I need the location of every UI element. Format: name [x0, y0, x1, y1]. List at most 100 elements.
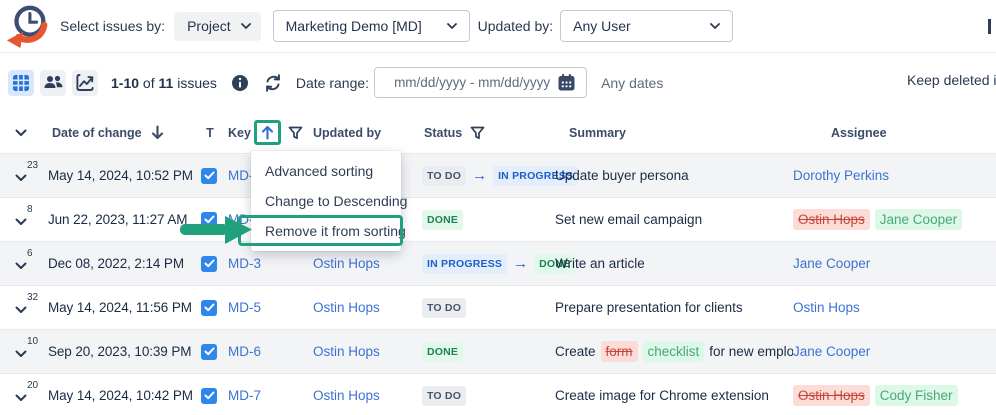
assignee-link[interactable]: Jane Cooper — [793, 256, 870, 271]
updated-by-cell: Ostin Hops — [313, 344, 422, 359]
status-cell: TO DO — [422, 386, 555, 406]
updated-by-link[interactable]: Ostin Hops — [313, 300, 380, 315]
date-of-change-cell: May 14, 2024, 11:56 PM — [48, 300, 198, 315]
issue-key-link[interactable]: MD- — [228, 168, 254, 183]
summary-segment: Prepare presentation for clients — [555, 300, 743, 315]
change-count-badge: 10 — [27, 336, 38, 347]
chevron-down-icon — [241, 23, 251, 29]
filter-icon[interactable] — [470, 126, 485, 140]
issue-key-link[interactable]: MD-6 — [228, 344, 261, 359]
date-range-input[interactable]: mm/dd/yyyy - mm/dd/yyyy — [374, 67, 587, 98]
assignee-link[interactable]: Dorothy Perkins — [793, 168, 889, 183]
column-header-date-of-change[interactable]: Date of change — [48, 125, 198, 140]
status-badge: TO DO — [422, 166, 466, 186]
updated-by-link[interactable]: Ostin Hops — [313, 344, 380, 359]
row-expander[interactable]: 10 — [0, 330, 48, 373]
row-checkbox[interactable] — [201, 344, 217, 360]
assignee-cell: Jane Cooper — [793, 256, 996, 271]
updated-by-cell: Ostin Hops — [313, 388, 422, 403]
row-checkbox[interactable] — [201, 168, 217, 184]
table-view-button[interactable] — [8, 70, 34, 96]
info-icon — [231, 74, 249, 92]
table-row: 20May 14, 2024, 10:42 PMMD-7Ostin HopsTO… — [0, 373, 996, 415]
updated-by-link[interactable]: Ostin Hops — [313, 388, 380, 403]
status-cell: TO DO — [422, 298, 555, 318]
summary-segment: checklist — [643, 341, 705, 362]
table-row: 23May 14, 2024, 10:52 PMMD-TO DO→IN PROG… — [0, 153, 996, 197]
row-expander[interactable]: 6 — [0, 242, 48, 285]
menu-item-advanced-sorting[interactable]: Advanced sorting — [251, 156, 401, 186]
chevron-down-icon — [447, 23, 457, 29]
chevron-down-icon — [15, 129, 27, 137]
count-range: 1-10 — [111, 75, 139, 91]
assignee-cell: Dorothy Perkins — [793, 168, 996, 183]
calendar-icon[interactable] — [557, 73, 576, 92]
row-expander[interactable]: 23 — [0, 154, 48, 197]
key-cell: MD-7 — [228, 388, 313, 403]
column-header-type[interactable]: T — [198, 126, 228, 140]
assignee-cell: Ostin HopsJane Cooper — [793, 209, 996, 230]
status-cell: TO DO→IN PROGRESS — [422, 166, 555, 186]
chevron-down-icon — [15, 306, 27, 314]
table-row: 10Sep 20, 2023, 10:39 PMMD-6Ostin HopsDO… — [0, 329, 996, 373]
refresh-button[interactable] — [263, 73, 283, 93]
count-total: 11 — [159, 75, 174, 91]
column-header-updated-by[interactable]: Updated by — [313, 126, 422, 140]
issue-key-link[interactable]: MD-3 — [228, 256, 261, 271]
select-issues-by-label: Select issues by: — [60, 18, 165, 34]
row-expander[interactable]: 20 — [0, 374, 48, 415]
summary-cell: Createformchecklistfor new employees — [555, 341, 793, 362]
key-header-label: Key — [228, 126, 251, 140]
status-badge: IN PROGRESS — [422, 254, 507, 274]
people-view-button[interactable] — [40, 70, 66, 96]
filter-icon[interactable] — [288, 126, 303, 140]
summary-cell: Update buyer persona — [555, 168, 793, 183]
row-expander[interactable]: 32 — [0, 286, 48, 329]
column-header-status[interactable]: Status — [422, 126, 555, 140]
updated-by-link[interactable]: Ostin Hops — [313, 256, 380, 271]
issue-key-link[interactable]: MD- — [228, 212, 254, 227]
assignee-link[interactable]: Ostin Hops — [793, 300, 860, 315]
table-header-row: Date of change T Key Updated by Status — [0, 112, 996, 153]
column-header-summary[interactable]: Summary — [555, 126, 793, 140]
any-dates-label: Any dates — [601, 75, 663, 91]
summary-segment: Create image for Chrome extension — [555, 388, 769, 403]
issue-key-link[interactable]: MD-7 — [228, 388, 261, 403]
checkmark-icon — [204, 391, 215, 400]
select-by-dropdown[interactable]: Project — [174, 12, 261, 41]
assignee-cell: Ostin Hops — [793, 300, 996, 315]
column-header-key[interactable]: Key — [228, 120, 313, 145]
project-select-dropdown[interactable]: Marketing Demo [MD] — [273, 10, 470, 42]
issue-key-link[interactable]: MD-5 — [228, 300, 261, 315]
change-count-badge: 6 — [27, 248, 33, 259]
table-body: 23May 14, 2024, 10:52 PMMD-TO DO→IN PROG… — [0, 153, 996, 415]
date-of-change-cell: Sep 20, 2023, 10:39 PM — [48, 344, 198, 359]
row-checkbox[interactable] — [201, 212, 217, 228]
assignee-cell: Ostin HopsCody Fisher — [793, 385, 996, 406]
menu-item-remove-it-from-sorting[interactable]: Remove it from sorting — [251, 216, 401, 246]
chart-view-button[interactable] — [72, 70, 98, 96]
row-checkbox[interactable] — [201, 256, 217, 272]
column-header-assignee[interactable]: Assignee — [793, 126, 996, 140]
expand-all-toggle[interactable] — [0, 129, 48, 137]
row-checkbox[interactable] — [201, 300, 217, 316]
info-button[interactable] — [231, 74, 249, 92]
summary-cell: Write an article — [555, 256, 793, 271]
row-expander[interactable]: 8 — [0, 198, 48, 241]
summary-segment: Write an article — [555, 256, 645, 271]
assignee-link[interactable]: Jane Cooper — [793, 344, 870, 359]
chevron-down-icon — [15, 262, 27, 270]
updated-by-user-dropdown[interactable]: Any User — [560, 10, 733, 42]
date-range-label: Date range: — [296, 75, 369, 91]
sort-up-icon[interactable] — [261, 125, 274, 140]
summary-segment: for new employees — [709, 344, 793, 359]
sort-down-icon[interactable] — [151, 125, 164, 140]
summary-cell: Set new email campaign — [555, 212, 793, 227]
menu-item-change-to-descending[interactable]: Change to Descending — [251, 186, 401, 216]
type-cell — [198, 168, 228, 184]
chevron-down-icon — [15, 350, 27, 358]
assignee-removed: Ostin Hops — [793, 209, 870, 230]
change-count-badge: 23 — [27, 160, 38, 171]
row-checkbox[interactable] — [201, 388, 217, 404]
toolbar: 1-10 of 11 issues Date range: mm/dd/yyyy… — [0, 53, 996, 112]
